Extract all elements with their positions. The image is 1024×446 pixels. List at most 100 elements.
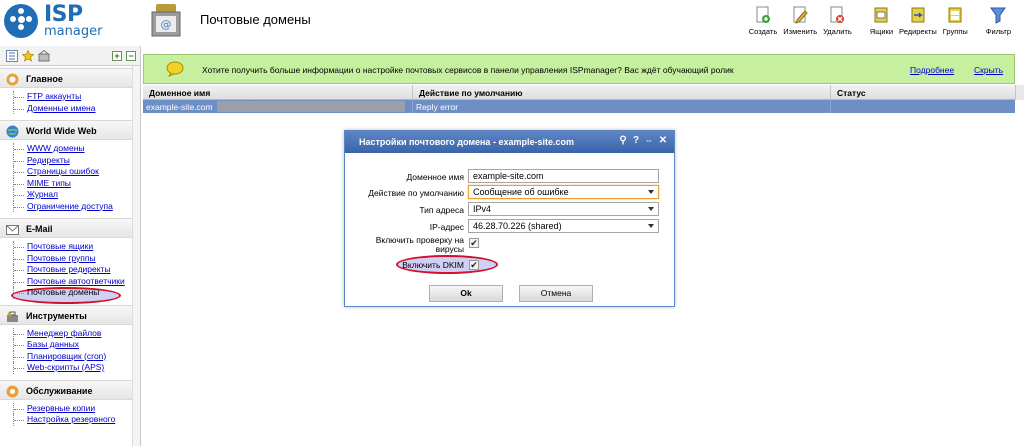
resize-icon[interactable]: ⇔ [643, 135, 655, 147]
logo-subtext: manager [44, 24, 103, 39]
filter-icon [990, 7, 1007, 24]
svg-text:@: @ [161, 18, 172, 31]
field-antivirus: Включить проверку на вирусы ✔ [345, 235, 676, 255]
page-title: Почтовые домены [200, 12, 311, 27]
sidebar-item-databases[interactable]: Базы данных [13, 339, 132, 351]
mailboxes-icon [874, 7, 888, 23]
logo[interactable]: ISP manager [4, 2, 124, 42]
tools-icon [7, 311, 18, 322]
banner-hide-link[interactable]: Скрыть [974, 65, 1003, 75]
domain-input[interactable]: example-site.com [468, 169, 659, 183]
cell-action: Reply error [413, 100, 831, 113]
sidebar-section-header[interactable]: Инструменты [0, 304, 132, 325]
redacted-block [216, 101, 405, 112]
sidebar-item-cron[interactable]: Планировщик (cron) [13, 350, 132, 363]
sidebar-section-header[interactable]: Обслуживание [0, 379, 132, 400]
help-icon[interactable]: ? [630, 135, 642, 147]
antivirus-label: Включить проверку на вирусы [375, 235, 464, 254]
column-settings-icon[interactable] [1015, 85, 1024, 100]
sidebar-scrollbar[interactable] [132, 66, 140, 446]
sidebar-section-service: Обслуживание Резервные копии Настройка р… [0, 379, 132, 432]
home-toolbar-icon[interactable] [38, 50, 50, 62]
favorites-star-icon[interactable] [22, 50, 34, 62]
groups-icon [948, 7, 962, 23]
logo-icon [4, 4, 38, 38]
list-view-icon[interactable] [6, 50, 18, 62]
delete-icon [830, 6, 845, 23]
action-label: Действие по умолчанию [368, 188, 464, 198]
sidebar-toolbar: + − [0, 46, 140, 66]
sidebar-section-main: Главное FTP аккаунты Доменные имена [0, 68, 132, 120]
table-header: Доменное имя Действие по умолчанию Стату… [143, 85, 1015, 100]
edit-button[interactable]: Изменить [780, 6, 820, 40]
speech-bubble-icon [166, 61, 184, 77]
column-header-action[interactable]: Действие по умолчанию [413, 85, 831, 99]
sidebar-section-header[interactable]: E-Mail [0, 218, 132, 238]
sidebar-item-backup-settings[interactable]: Настройка резервного [13, 414, 132, 426]
ip-label: IP-адрес [429, 222, 464, 232]
close-icon[interactable]: ✕ [657, 135, 669, 147]
service-icon [6, 385, 19, 397]
field-default-action: Действие по умолчанию Сообщение об ошибк… [345, 185, 676, 201]
domain-label: Доменное имя [406, 172, 464, 182]
field-address-type: Тип адреса IPv4 [345, 202, 676, 218]
chevron-down-icon [648, 224, 654, 228]
groups-button[interactable]: Группы [940, 6, 971, 40]
sidebar-item-backups[interactable]: Резервные копии [13, 402, 132, 415]
domains-table: Доменное имя Действие по умолчанию Стату… [143, 85, 1015, 113]
sidebar-item-error-pages[interactable]: Страницы ошибок [13, 166, 132, 178]
edit-icon [793, 6, 808, 24]
field-ip-address: IP-адрес 46.28.70.226 (shared) [345, 219, 676, 235]
create-button[interactable]: Создать [746, 6, 781, 40]
sidebar-item-mail-domains[interactable]: Почтовые домены [13, 287, 132, 299]
sidebar-item-mail-groups[interactable]: Почтовые группы [13, 252, 132, 265]
info-banner: Хотите получить больше информации о наст… [143, 54, 1015, 84]
create-icon [756, 6, 771, 23]
sidebar-item-mailboxes[interactable]: Почтовые ящики [13, 241, 132, 253]
dialog-title: Настройки почтового домена - example-sit… [359, 137, 574, 147]
sidebar-item-autoresponders[interactable]: Почтовые автоответчики [13, 275, 132, 288]
default-action-select[interactable]: Сообщение об ошибке [468, 185, 659, 199]
sidebar-section-header[interactable]: Главное [0, 68, 132, 88]
sidebar-item-mime[interactable]: MIME типы [13, 177, 132, 190]
ok-button[interactable]: Ok [429, 285, 503, 302]
filter-button[interactable]: Фильтр [983, 6, 1014, 40]
dialog-titlebar[interactable]: Настройки почтового домена - example-sit… [345, 131, 674, 153]
column-header-status[interactable]: Статус [831, 85, 1015, 99]
sidebar-item-aps[interactable]: Web-скрипты (APS) [13, 362, 132, 374]
pin-icon[interactable]: ⚲ [617, 135, 629, 147]
toolbar: Создать Изменить Удалить Ящики Редиректы… [746, 6, 1024, 40]
antivirus-checkbox[interactable]: ✔ [469, 238, 479, 248]
chevron-down-icon [648, 190, 654, 194]
table-row[interactable]: example-site.com Reply error [143, 100, 1015, 113]
column-header-domain[interactable]: Доменное имя [143, 85, 413, 99]
sidebar-item-access[interactable]: Ограничение доступа [13, 200, 132, 213]
sidebar-item-log[interactable]: Журнал [13, 189, 132, 201]
sidebar-item-file-manager[interactable]: Менеджер файлов [13, 327, 132, 340]
address-type-label: Тип адреса [419, 205, 464, 215]
sidebar-section-tools: Инструменты Менеджер файлов Базы данных … [0, 304, 132, 380]
chevron-down-icon [648, 207, 654, 211]
field-domain: Доменное имя example-site.com [345, 169, 676, 185]
delete-button[interactable]: Удалить [820, 6, 855, 40]
sidebar-item-ftp[interactable]: FTP аккаунты [13, 91, 132, 103]
redirects-button[interactable]: Редиректы [896, 6, 940, 40]
mail-icon [6, 225, 19, 235]
field-dkim: Включить DKIM ✔ [345, 258, 676, 274]
sidebar-item-domains[interactable]: Доменные имена [13, 102, 132, 115]
banner-more-link[interactable]: Подробнее [910, 65, 954, 75]
expand-all-icon[interactable]: + [112, 51, 122, 61]
sidebar-section-header[interactable]: World Wide Web [0, 120, 132, 140]
dkim-checkbox[interactable]: ✔ [469, 260, 479, 270]
sidebar-item-redirects[interactable]: Редиректы [13, 154, 132, 167]
ip-address-select[interactable]: 46.28.70.226 (shared) [468, 219, 659, 233]
mailboxes-button[interactable]: Ящики [867, 6, 896, 40]
collapse-all-icon[interactable]: − [126, 51, 136, 61]
cancel-button[interactable]: Отмена [519, 285, 593, 302]
header: ISP manager @ Почтовые домены Создать Из… [0, 0, 1024, 46]
address-type-select[interactable]: IPv4 [468, 202, 659, 216]
sidebar: + − Главное FTP аккаунты Доменные имена … [0, 46, 141, 446]
sidebar-item-www-domains[interactable]: WWW домены [13, 143, 132, 155]
redirects-icon [911, 7, 925, 23]
sidebar-item-mail-redirects[interactable]: Почтовые редиректы [13, 264, 132, 276]
